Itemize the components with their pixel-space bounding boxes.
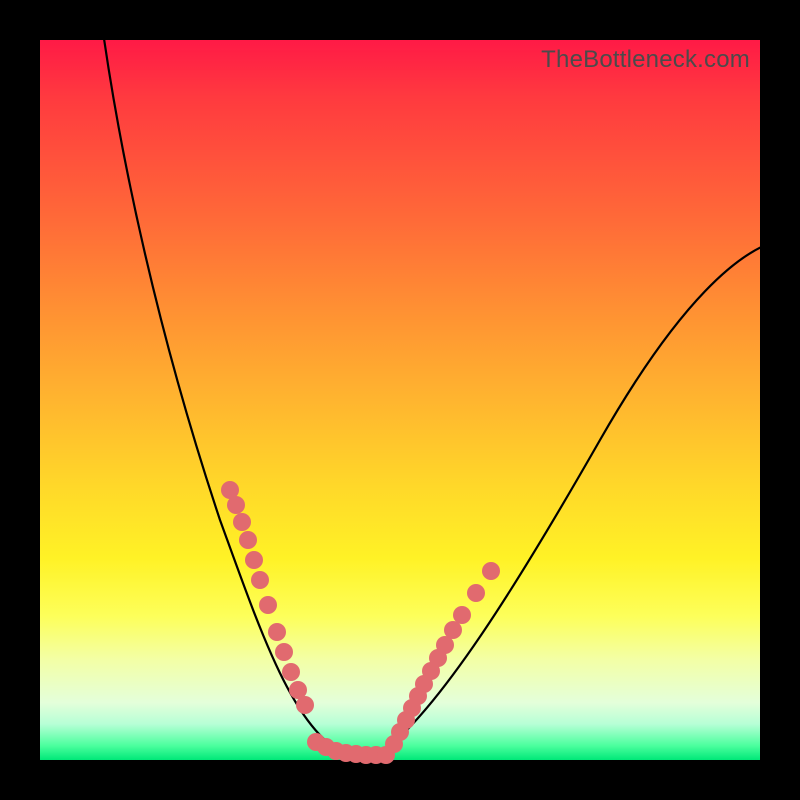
plot-area: TheBottleneck.com (40, 40, 760, 760)
marker-group-right (385, 562, 500, 753)
marker-group-left (221, 481, 314, 714)
marker-group-trough (307, 733, 395, 764)
chart-svg (40, 40, 760, 760)
